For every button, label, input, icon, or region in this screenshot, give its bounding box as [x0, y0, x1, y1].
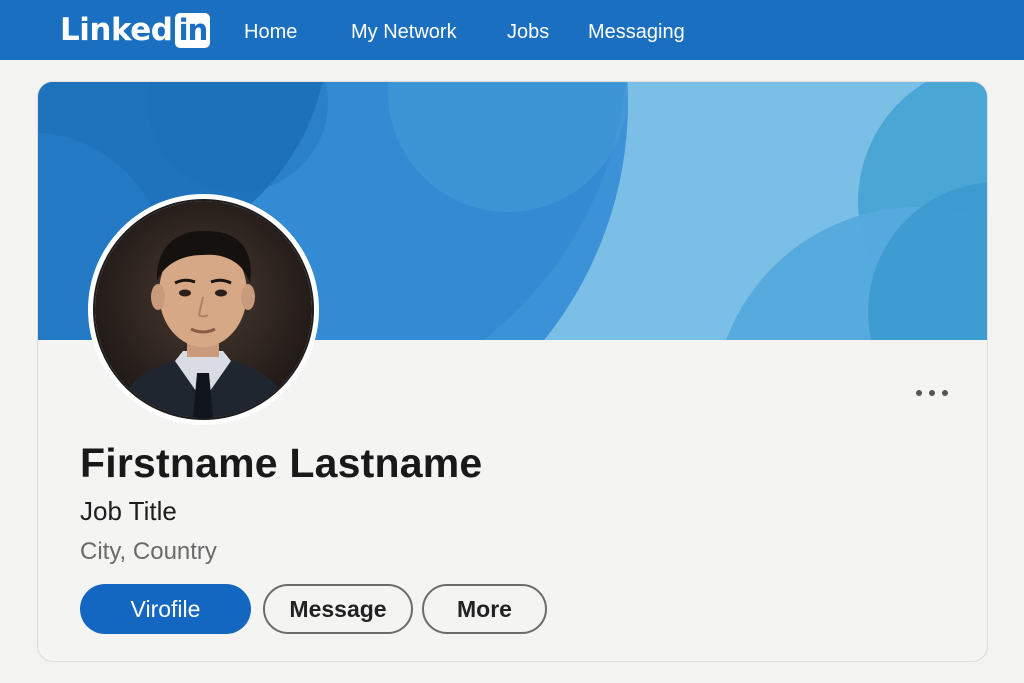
top-nav-bar: Linked in Home My Network Jobs Messaging [0, 0, 1024, 60]
profile-card: Firstname Lastname Job Title City, Count… [37, 81, 988, 662]
dot [929, 390, 935, 396]
profile-avatar[interactable] [88, 194, 319, 425]
profile-name: Firstname Lastname [80, 440, 483, 486]
nav-item-jobs[interactable]: Jobs [507, 20, 549, 44]
avatar-photo [93, 199, 314, 420]
more-button[interactable]: More [422, 584, 547, 634]
profile-location: City, Country [80, 538, 217, 565]
dot [942, 390, 948, 396]
person-portrait-icon [95, 201, 312, 418]
logo-in-box: in [175, 12, 211, 48]
profile-job-title: Job Title [80, 496, 177, 526]
primary-action-button[interactable]: Virofile [80, 584, 251, 634]
linkedin-logo[interactable]: Linked in [60, 12, 211, 48]
message-button[interactable]: Message [263, 584, 413, 634]
nav-item-messaging[interactable]: Messaging [588, 20, 685, 44]
nav-item-home[interactable]: Home [244, 20, 297, 44]
dot [916, 390, 922, 396]
logo-wordmark: Linked [60, 12, 173, 48]
nav-item-my-network[interactable]: My Network [351, 20, 457, 44]
more-options-icon[interactable] [916, 382, 948, 404]
